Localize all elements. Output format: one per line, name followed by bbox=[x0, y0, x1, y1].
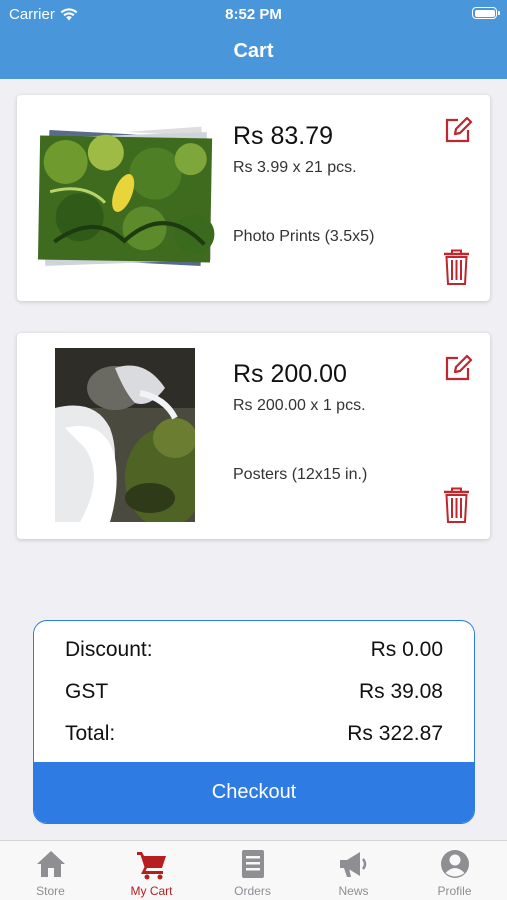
tab-label: Orders bbox=[234, 884, 271, 898]
status-bar: Carrier 8:52 PM bbox=[0, 0, 507, 28]
cart-item-card: Rs 83.79 Rs 3.99 x 21 pcs. Photo Prints … bbox=[17, 95, 490, 301]
checkout-button[interactable]: Checkout bbox=[34, 762, 474, 823]
discount-value: Rs 0.00 bbox=[370, 638, 443, 661]
total-row: Total: Rs 322.87 bbox=[65, 719, 443, 749]
tab-news[interactable]: News bbox=[303, 841, 404, 900]
tab-profile[interactable]: Profile bbox=[404, 841, 505, 900]
orders-icon bbox=[241, 850, 264, 878]
profile-icon bbox=[440, 850, 469, 878]
item-unit-price: Rs 200.00 x 1 pcs. bbox=[233, 397, 366, 414]
cart-item-card: Rs 200.00 Rs 200.00 x 1 pcs. Posters (12… bbox=[17, 333, 490, 539]
total-label: Total: bbox=[65, 722, 116, 745]
cart-icon bbox=[136, 852, 166, 880]
battery-icon bbox=[472, 7, 500, 19]
status-time: 8:52 PM bbox=[225, 6, 282, 23]
home-icon bbox=[36, 851, 65, 877]
tab-label: Profile bbox=[437, 884, 472, 898]
tab-my-cart[interactable]: My Cart bbox=[101, 841, 202, 900]
gst-row: GST Rs 39.08 bbox=[65, 677, 443, 707]
total-value: Rs 322.87 bbox=[347, 722, 443, 745]
trash-icon[interactable] bbox=[443, 487, 470, 523]
nav-header: Carrier 8:52 PM Cart bbox=[0, 0, 507, 79]
poster-thumbnail[interactable] bbox=[55, 348, 195, 522]
tab-label: My Cart bbox=[130, 884, 173, 898]
edit-icon[interactable] bbox=[443, 115, 473, 145]
photo-prints-thumbnail[interactable] bbox=[35, 123, 217, 273]
tab-bar: Store My Cart Orders News Profile bbox=[0, 840, 507, 900]
gst-label: GST bbox=[65, 680, 109, 703]
item-product-name: Photo Prints (3.5x5) bbox=[233, 228, 375, 245]
item-price: Rs 83.79 bbox=[233, 122, 334, 150]
edit-icon[interactable] bbox=[443, 353, 473, 383]
tab-store[interactable]: Store bbox=[0, 841, 101, 900]
item-unit-price: Rs 3.99 x 21 pcs. bbox=[233, 159, 357, 176]
discount-row: Discount: Rs 0.00 bbox=[65, 635, 443, 665]
page-title: Cart bbox=[233, 40, 274, 62]
item-product-name: Posters (12x15 in.) bbox=[233, 466, 368, 483]
gst-value: Rs 39.08 bbox=[358, 680, 443, 703]
discount-label: Discount: bbox=[65, 638, 153, 661]
tab-label: News bbox=[338, 884, 369, 898]
tab-orders[interactable]: Orders bbox=[202, 841, 303, 900]
item-price: Rs 200.00 bbox=[233, 360, 347, 388]
trash-icon[interactable] bbox=[443, 249, 470, 285]
tab-label: Store bbox=[36, 884, 65, 898]
megaphone-icon bbox=[339, 852, 366, 877]
order-summary: Discount: Rs 0.00 GST Rs 39.08 Total: Rs… bbox=[33, 620, 475, 824]
